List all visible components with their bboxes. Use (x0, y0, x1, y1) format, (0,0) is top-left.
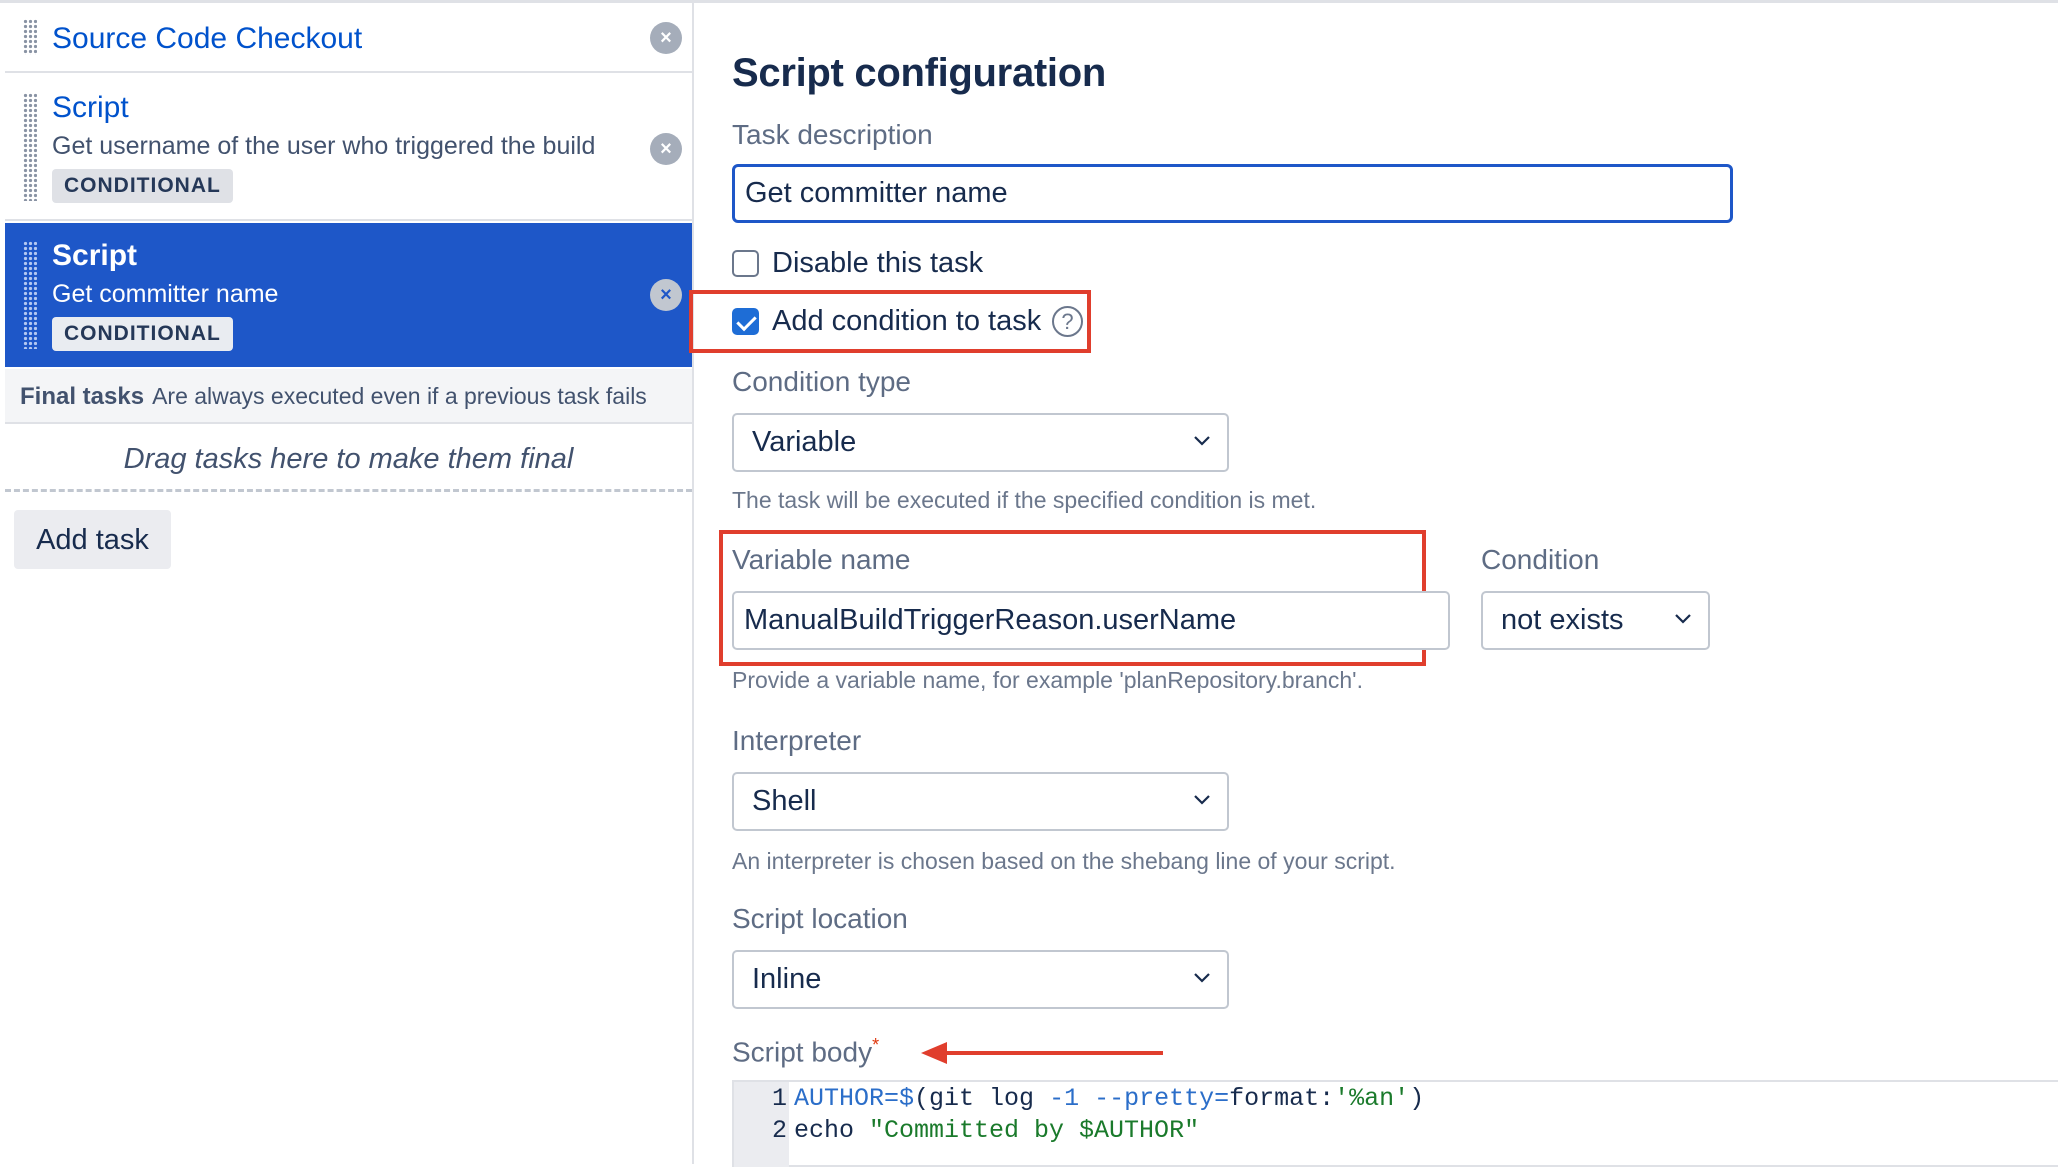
variable-name-input[interactable] (732, 591, 1450, 650)
script-body-editor[interactable]: 1 2 AUTHOR=$(git log -1 --pretty=format:… (732, 1080, 2058, 1167)
remove-task-icon[interactable]: × (650, 22, 682, 54)
variable-name-label: Variable name (732, 544, 911, 575)
help-icon[interactable]: ? (1052, 306, 1083, 337)
code-line[interactable]: echo "Committed by $AUTHOR" (794, 1116, 1199, 1145)
script-location-value: Inline (752, 963, 822, 995)
condition-type-help: The task will be executed if the specifi… (732, 487, 1317, 513)
add-condition-checkbox[interactable] (732, 308, 759, 335)
page-title: Script configuration (732, 51, 1107, 95)
script-location-label: Script location (732, 903, 908, 934)
condition-type-label: Condition type (732, 366, 912, 397)
task-title[interactable]: Source Code Checkout (52, 22, 362, 56)
add-task-button[interactable]: Add task (14, 510, 171, 569)
task-description-input[interactable] (732, 164, 1733, 223)
chevron-down-icon (1194, 795, 1210, 805)
interpreter-select[interactable]: Shell (732, 772, 1229, 831)
disable-task-checkbox[interactable] (732, 250, 759, 277)
variable-name-help: Provide a variable name, for example 'pl… (732, 667, 1363, 693)
required-marker: * (872, 1035, 880, 1055)
task-source-code-checkout[interactable]: Source Code Checkout × (5, 3, 692, 73)
task-description: Get committer name (52, 280, 279, 308)
annotation-arrow-icon (921, 1042, 1163, 1064)
condition-select[interactable]: not exists (1481, 591, 1710, 650)
task-description-label: Task description (732, 119, 933, 150)
final-tasks-drop-zone[interactable]: Drag tasks here to make them final (5, 426, 692, 492)
final-tasks-description: Are always executed even if a previous t… (152, 383, 647, 409)
script-body-label-text: Script body (732, 1036, 873, 1068)
condition-value: not exists (1501, 604, 1624, 636)
task-title[interactable]: Script (52, 91, 129, 125)
task-list-panel: Source Code Checkout × Script Get userna… (0, 3, 694, 1164)
drag-handle-icon[interactable] (23, 241, 37, 349)
script-configuration-panel: Script configuration Task description Di… (689, 3, 2058, 1167)
drag-handle-icon[interactable] (23, 93, 37, 201)
remove-task-icon[interactable]: × (650, 279, 682, 311)
condition-label: Condition (1481, 544, 1600, 575)
chevron-down-icon (1194, 973, 1210, 983)
remove-task-icon[interactable]: × (650, 133, 682, 165)
line-number: 2 (771, 1116, 787, 1145)
code-line[interactable]: AUTHOR=$(git log -1 --pretty=format:'%an… (794, 1084, 1424, 1113)
line-number: 1 (771, 1084, 787, 1113)
task-description: Get username of the user who triggered t… (52, 132, 596, 160)
drag-handle-icon[interactable] (23, 19, 37, 55)
script-body-label: Script body* (732, 1035, 879, 1068)
final-tasks-title: Final tasks (20, 383, 145, 410)
add-condition-label[interactable]: Add condition to task (772, 305, 1041, 338)
line-number-gutter: 1 2 (734, 1082, 789, 1167)
task-title[interactable]: Script (52, 239, 137, 273)
chevron-down-icon (1194, 436, 1210, 446)
interpreter-help: An interpreter is chosen based on the sh… (732, 848, 1396, 874)
condition-type-value: Variable (752, 426, 857, 458)
task-script-username[interactable]: Script Get username of the user who trig… (5, 75, 692, 221)
final-tasks-header: Final tasks Are always executed even if a… (5, 369, 692, 424)
task-script-committer-selected[interactable]: Script Get committer name CONDITIONAL × (5, 223, 692, 367)
interpreter-label: Interpreter (732, 725, 862, 756)
disable-task-label[interactable]: Disable this task (772, 247, 983, 280)
script-location-select[interactable]: Inline (732, 950, 1229, 1009)
conditional-badge: CONDITIONAL (52, 317, 233, 351)
condition-type-select[interactable]: Variable (732, 413, 1229, 472)
interpreter-value: Shell (752, 785, 817, 817)
conditional-badge: CONDITIONAL (52, 169, 233, 203)
chevron-down-icon (1675, 614, 1691, 624)
